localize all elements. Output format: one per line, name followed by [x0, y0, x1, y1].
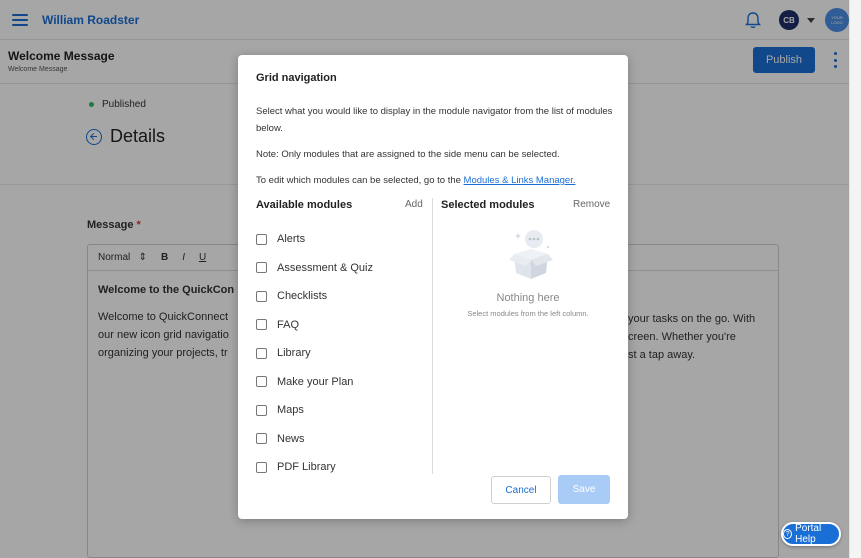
module-item[interactable]: Library — [256, 339, 426, 368]
module-checkbox[interactable] — [256, 433, 267, 445]
selected-modules-heading: Selected modules — [441, 199, 535, 211]
dialog-note: Note: Only modules that are assigned to … — [256, 149, 560, 160]
empty-box-icon — [509, 230, 553, 279]
module-checkbox[interactable] — [256, 262, 267, 274]
module-label: Library — [277, 347, 311, 360]
module-label: Alerts — [277, 233, 306, 246]
cancel-button[interactable]: Cancel — [491, 476, 551, 504]
module-item[interactable]: PDF Library — [256, 453, 426, 482]
dialog-link-row: To edit which modules can be selected, g… — [256, 175, 626, 186]
portal-help-button[interactable]: ? Portal Help — [781, 522, 841, 546]
available-modules-heading: Available modules — [256, 199, 353, 211]
module-label: Checklists — [277, 290, 328, 303]
module-label: News — [277, 432, 305, 445]
module-checkbox[interactable] — [256, 376, 267, 388]
module-item[interactable]: Assessment & Quiz — [256, 254, 426, 283]
link-prefix: To edit which modules can be selected, g… — [256, 175, 464, 186]
module-label: Maps — [277, 404, 304, 417]
help-icon: ? — [783, 529, 793, 539]
module-label: PDF Library — [277, 461, 336, 474]
module-item[interactable]: Alerts — [256, 225, 426, 254]
save-button[interactable]: Save — [558, 475, 610, 504]
empty-state-subtitle: Select modules from the left column. — [467, 309, 589, 318]
module-checkbox[interactable] — [256, 461, 267, 473]
modules-links-manager-link[interactable]: Modules & Links Manager. — [464, 175, 576, 186]
module-item[interactable]: News — [256, 425, 426, 454]
module-checkbox[interactable] — [256, 347, 267, 359]
dialog-title: Grid navigation — [256, 72, 337, 84]
module-checkbox[interactable] — [256, 233, 267, 245]
module-item[interactable]: FAQ — [256, 311, 426, 340]
add-button[interactable]: Add — [405, 199, 423, 210]
module-item[interactable]: Checklists — [256, 282, 426, 311]
module-item[interactable]: Maps — [256, 396, 426, 425]
module-label: FAQ — [277, 318, 300, 331]
portal-help-label: Portal Help — [795, 523, 822, 545]
module-checkbox[interactable] — [256, 290, 267, 302]
dialog-description: Select what you would like to display in… — [256, 106, 613, 134]
grid-navigation-dialog: Grid navigation Select what you would li… — [238, 55, 628, 519]
column-divider — [432, 198, 433, 474]
module-checkbox[interactable] — [256, 404, 267, 416]
empty-state-title: Nothing here — [496, 292, 560, 304]
module-label: Make your Plan — [277, 375, 354, 388]
page-scrollbar[interactable] — [849, 0, 861, 558]
available-modules-list: Alerts Assessment & Quiz Checklists FAQ … — [256, 225, 426, 482]
remove-button[interactable]: Remove — [573, 199, 610, 210]
module-item[interactable]: Make your Plan — [256, 368, 426, 397]
module-label: Assessment & Quiz — [277, 261, 373, 274]
module-checkbox[interactable] — [256, 319, 267, 331]
